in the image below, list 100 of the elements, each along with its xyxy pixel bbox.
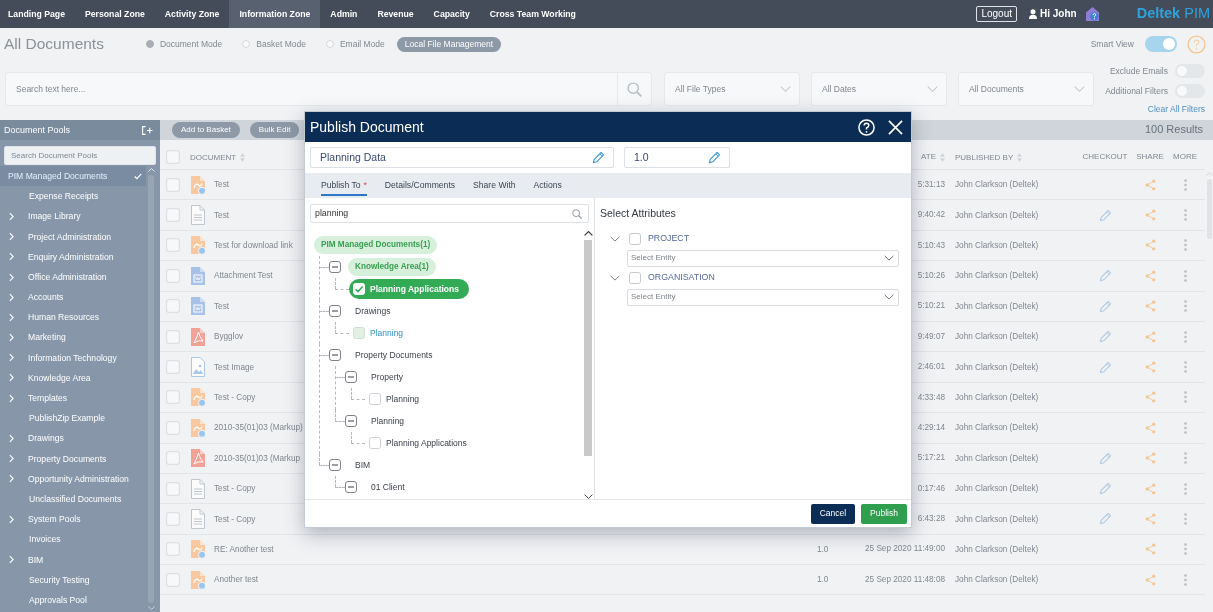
pencil-icon[interactable] xyxy=(1098,512,1112,526)
column-header[interactable]: DOCUMENT xyxy=(190,152,246,163)
filter-dropdown[interactable]: All Documents xyxy=(958,72,1094,106)
panel-toggle-icon[interactable] xyxy=(142,125,153,135)
document-name[interactable]: Test - Copy xyxy=(214,393,256,402)
pool-item[interactable]: Human Resources xyxy=(0,307,139,328)
document-name[interactable]: RE: Another test xyxy=(214,544,274,554)
tree-node[interactable]: 01 Client xyxy=(364,478,412,496)
more-icon[interactable] xyxy=(1183,513,1187,525)
pool-item[interactable]: Accounts xyxy=(0,287,139,308)
more-icon[interactable] xyxy=(1183,573,1187,586)
tab[interactable]: Details/Comments xyxy=(375,173,465,198)
checkbox[interactable] xyxy=(166,299,180,314)
tab[interactable]: Share With xyxy=(464,173,525,198)
more-icon[interactable] xyxy=(1183,482,1187,495)
checkbox[interactable] xyxy=(166,208,180,223)
pencil-icon[interactable] xyxy=(1098,208,1112,222)
nav-tab[interactable]: Personal Zone xyxy=(74,0,155,28)
document-name[interactable]: Bygglov xyxy=(214,332,244,342)
share-icon[interactable] xyxy=(1144,573,1156,586)
more-icon[interactable] xyxy=(1183,421,1187,434)
tree-node[interactable]: Property xyxy=(364,368,411,386)
search-field[interactable]: planning xyxy=(310,204,589,223)
pool-item[interactable]: Project Administration xyxy=(0,226,139,247)
document-name[interactable]: Another test xyxy=(214,575,259,585)
chevron-down-icon[interactable] xyxy=(610,274,620,281)
checkbox[interactable] xyxy=(166,542,180,557)
share-icon[interactable] xyxy=(1144,421,1156,434)
minus-box-icon[interactable] xyxy=(345,481,357,493)
more-icon[interactable] xyxy=(1183,300,1187,313)
pool-item[interactable]: Marketing xyxy=(0,327,139,348)
pool-item[interactable]: Office Administration xyxy=(0,266,139,288)
house-help-icon[interactable] xyxy=(1085,7,1099,21)
tree-node[interactable]: Planning Applications xyxy=(349,279,469,299)
local-files-button[interactable]: Local File Management xyxy=(396,36,502,52)
checkbox[interactable] xyxy=(166,360,180,375)
document-name[interactable]: 2010-35(01)03 (Markup xyxy=(214,453,301,463)
document-name[interactable]: Test - Copy xyxy=(214,484,256,494)
chevron-down-icon[interactable] xyxy=(610,235,620,242)
pencil-icon[interactable] xyxy=(1098,451,1112,465)
share-icon[interactable] xyxy=(1144,178,1156,191)
pool-item[interactable]: Drawings xyxy=(0,428,139,449)
name-field[interactable]: Planning Data xyxy=(310,147,614,168)
pool-item[interactable]: Expense Receipts xyxy=(0,186,146,207)
pool-item[interactable]: BIM xyxy=(0,549,139,570)
minus-box-icon[interactable] xyxy=(345,415,357,427)
pool-item[interactable]: Image Library xyxy=(0,206,139,227)
checkbox[interactable] xyxy=(353,327,365,339)
pool-item[interactable]: Opportunity Administration xyxy=(0,468,139,489)
checkbox[interactable] xyxy=(166,572,180,587)
pencil-icon[interactable] xyxy=(592,151,605,164)
checkbox[interactable] xyxy=(369,393,381,405)
radio-button[interactable] xyxy=(242,40,251,48)
nav-tab[interactable]: Capacity xyxy=(423,0,480,28)
column-header[interactable]: ATE xyxy=(921,152,945,162)
minus-box-icon[interactable] xyxy=(345,371,357,383)
nav-tab[interactable]: Admin xyxy=(320,0,368,28)
checkbox[interactable] xyxy=(166,451,180,466)
scrollbar[interactable] xyxy=(147,168,155,610)
radio-button[interactable] xyxy=(145,40,154,48)
more-icon[interactable] xyxy=(1183,239,1187,252)
minus-box-icon[interactable] xyxy=(329,261,341,273)
checkbox[interactable] xyxy=(166,238,180,253)
pool-item[interactable]: Property Documents xyxy=(0,448,139,469)
more-icon[interactable] xyxy=(1183,452,1187,465)
nav-tab[interactable]: Cross Team Working xyxy=(479,0,586,28)
pencil-icon[interactable] xyxy=(1098,299,1112,313)
tree-node[interactable]: Planning xyxy=(364,412,412,430)
tree-node[interactable]: Property Documents xyxy=(348,346,440,364)
checkbox[interactable] xyxy=(369,437,381,449)
nav-tab[interactable]: Information Zone xyxy=(229,0,321,28)
checkbox[interactable] xyxy=(166,150,180,164)
pencil-icon[interactable] xyxy=(1098,330,1112,344)
minus-box-icon[interactable] xyxy=(329,305,341,317)
share-icon[interactable] xyxy=(1144,482,1156,495)
more-icon[interactable] xyxy=(1183,178,1187,191)
cancel-button[interactable]: Cancel xyxy=(810,503,856,524)
share-icon[interactable] xyxy=(1144,239,1156,252)
checkbox[interactable] xyxy=(166,268,180,283)
more-icon[interactable] xyxy=(1183,361,1187,374)
document-name[interactable]: Test xyxy=(214,180,229,190)
pencil-icon[interactable] xyxy=(1098,269,1112,283)
pool-item[interactable]: PIM Managed Documents xyxy=(0,166,146,187)
share-icon[interactable] xyxy=(1144,209,1156,222)
checkbox[interactable] xyxy=(166,390,180,405)
share-icon[interactable] xyxy=(1144,513,1156,525)
pool-item[interactable]: Templates xyxy=(0,388,139,409)
tree-node[interactable]: PIM Managed Documents(1) xyxy=(314,236,438,254)
toolbar-button[interactable]: Add to Basket xyxy=(172,122,240,138)
checkbox[interactable] xyxy=(166,177,180,192)
checkbox[interactable] xyxy=(166,481,180,496)
pencil-icon[interactable] xyxy=(708,151,721,164)
more-icon[interactable] xyxy=(1183,269,1187,282)
pencil-icon[interactable] xyxy=(1098,360,1112,374)
radio-button[interactable] xyxy=(325,40,334,48)
search-button[interactable] xyxy=(618,72,652,106)
more-icon[interactable] xyxy=(1183,209,1187,222)
entity-select[interactable]: Select Entity xyxy=(627,288,899,306)
tree-node[interactable]: BIM xyxy=(348,456,378,474)
share-icon[interactable] xyxy=(1144,330,1156,343)
